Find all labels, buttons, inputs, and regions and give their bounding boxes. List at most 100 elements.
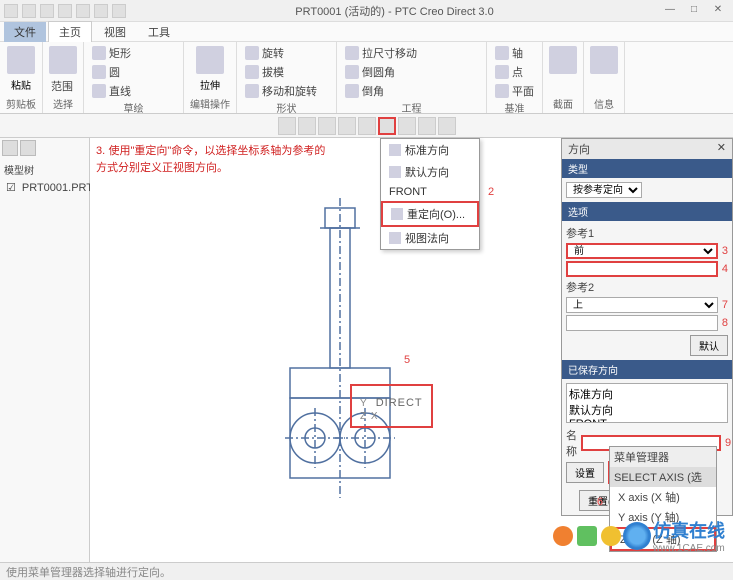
file-menu[interactable]: 文件 — [4, 22, 46, 42]
folder-tab-icon[interactable] — [20, 140, 36, 156]
tree-item-label: PRT0001.PRT — [22, 182, 93, 194]
close-button[interactable]: ✕ — [707, 4, 729, 18]
qat-open-icon[interactable] — [22, 4, 36, 18]
line-icon — [92, 84, 106, 98]
shape-rotate[interactable]: 旋转 — [243, 44, 330, 62]
qat-save-icon[interactable] — [40, 4, 54, 18]
tree-tab-icon[interactable] — [2, 140, 18, 156]
ctx-standard[interactable]: 标准方向 — [381, 139, 479, 161]
rect-icon — [92, 46, 106, 60]
mm-x-axis[interactable]: X axis (X 轴) — [610, 487, 716, 507]
refit-icon[interactable] — [278, 117, 296, 135]
view-manager-icon[interactable] — [398, 117, 416, 135]
type-select[interactable]: 按参考定向 — [566, 182, 642, 198]
move-icon — [245, 84, 259, 98]
ribbon: 粘贴 剪贴板 范围 选择 矩形 圆 直线 草绘 拉伸 编辑操作 旋转 拔模 移动… — [0, 42, 733, 114]
ref1-direction-select[interactable]: 前 — [566, 243, 718, 259]
qat-windows-icon[interactable] — [112, 4, 126, 18]
axis-icon — [495, 46, 509, 60]
ribbon-group-reference: 轴 点 平面 基准 — [487, 42, 543, 113]
annotation-6: 6 — [597, 496, 603, 508]
main-area: 模型树 ☑ PRT0001.PRT 3. 使用"重定向"命令，以选择坐标系轴为参… — [0, 138, 733, 562]
qat-new-icon[interactable] — [4, 4, 18, 18]
tab-home[interactable]: 主页 — [48, 21, 92, 42]
saved-views-icon[interactable] — [378, 117, 396, 135]
point-icon — [495, 65, 509, 79]
statusbar: 使用菜单管理器选择轴进行定向。 — [0, 562, 733, 580]
repaint-icon[interactable] — [338, 117, 356, 135]
panel-close-icon[interactable]: ✕ — [717, 141, 726, 157]
saved-item[interactable]: FRONT — [569, 418, 725, 423]
sketch-rect[interactable]: 矩形 — [90, 44, 177, 62]
quick-access-toolbar — [0, 4, 130, 18]
panel-title: 方向 ✕ — [562, 139, 732, 159]
ribbon-group-surface: 截面 — [543, 42, 584, 113]
rotate-icon — [245, 46, 259, 60]
window-controls: — □ ✕ — [659, 4, 733, 18]
zoom-out-icon[interactable] — [318, 117, 336, 135]
ref2-direction-select[interactable]: 上 — [566, 297, 718, 313]
annotation-3: 3 — [722, 245, 728, 257]
qat-redo-icon[interactable] — [76, 4, 90, 18]
reference-group-label: 基准 — [493, 100, 536, 115]
ref2-pick-field[interactable] — [566, 315, 718, 331]
tab-view[interactable]: 视图 — [94, 22, 136, 42]
extrude-icon[interactable] — [196, 46, 224, 74]
ref-point[interactable]: 点 — [493, 63, 536, 81]
qat-regen-icon[interactable] — [94, 4, 108, 18]
sketch-line[interactable]: 直线 — [90, 82, 177, 100]
ref2-label: 参考2 — [566, 279, 728, 295]
engineering-group-label: 工程 — [343, 100, 480, 115]
measure-icon[interactable] — [590, 46, 618, 74]
plane-icon — [495, 84, 509, 98]
tree-title: 模型树 — [2, 160, 87, 179]
shape-move[interactable]: 移动和旋转 — [243, 82, 330, 100]
watermark-text: 仿真在线 — [653, 517, 725, 543]
ref-axis[interactable]: 轴 — [493, 44, 536, 62]
annotation-8: 8 — [722, 317, 728, 329]
eng-dim[interactable]: 拉尺寸移动 — [343, 44, 480, 62]
instruction-body: 使用"重定向"命令，以选择坐标系轴为参考的方式分别定义正视图方向。 — [96, 145, 325, 174]
ref-plane[interactable]: 平面 — [493, 82, 536, 100]
shape-draft[interactable]: 拔模 — [243, 63, 330, 81]
name-label: 名称 — [566, 427, 577, 459]
set-button[interactable]: 设置 — [566, 462, 604, 483]
annotation-7: 7 — [722, 299, 728, 311]
eng-round[interactable]: 倒圆角 — [343, 63, 480, 81]
ribbon-group-shape: 旋转 拔模 移动和旋转 形状 — [237, 42, 337, 113]
ref1-label: 参考1 — [566, 225, 728, 241]
saved-section-header: 已保存方向 — [562, 360, 732, 379]
sketch-group-label: 草绘 — [90, 100, 177, 115]
select-icon[interactable] — [49, 46, 77, 74]
instruction-text: 3. 使用"重定向"命令，以选择坐标系轴为参考的方式分别定义正视图方向。 — [96, 142, 336, 177]
ribbon-group-select: 范围 选择 — [43, 42, 84, 113]
tab-tools[interactable]: 工具 — [138, 22, 180, 42]
info-group-label: 信息 — [590, 96, 618, 111]
paste-icon[interactable] — [7, 46, 35, 74]
tree-root-item[interactable]: ☑ PRT0001.PRT — [2, 179, 87, 196]
minimize-button[interactable]: — — [659, 4, 681, 18]
datum-display-icon[interactable] — [418, 117, 436, 135]
ctx-default[interactable]: 默认方向 — [381, 161, 479, 183]
saved-item[interactable]: 默认方向 — [569, 402, 725, 418]
saved-views-list[interactable]: 标准方向 默认方向 FRONT — [566, 383, 728, 423]
clipboard-group-label: 剪贴板 — [6, 96, 36, 111]
ribbon-group-sketch: 矩形 圆 直线 草绘 — [84, 42, 184, 113]
sketch-circle[interactable]: 圆 — [90, 63, 177, 81]
maximize-button[interactable]: □ — [683, 4, 705, 18]
select-item[interactable]: 范围 — [49, 77, 77, 95]
draft-icon — [245, 65, 259, 79]
checkbox-icon[interactable]: ☑ — [6, 181, 16, 194]
saved-item[interactable]: 标准方向 — [569, 386, 725, 402]
view-toolbar — [0, 114, 733, 138]
annotation-display-icon[interactable] — [438, 117, 456, 135]
eng-chamfer[interactable]: 倒角 — [343, 82, 480, 100]
qat-undo-icon[interactable] — [58, 4, 72, 18]
ref1-pick-field[interactable] — [566, 261, 718, 277]
titlebar: PRT0001 (活动的) - PTC Creo Direct 3.0 — □ … — [0, 0, 733, 22]
display-style-icon[interactable] — [358, 117, 376, 135]
section-icon[interactable] — [549, 46, 577, 74]
part-drawing — [230, 198, 450, 498]
default-button[interactable]: 默认 — [690, 335, 728, 356]
zoom-in-icon[interactable] — [298, 117, 316, 135]
